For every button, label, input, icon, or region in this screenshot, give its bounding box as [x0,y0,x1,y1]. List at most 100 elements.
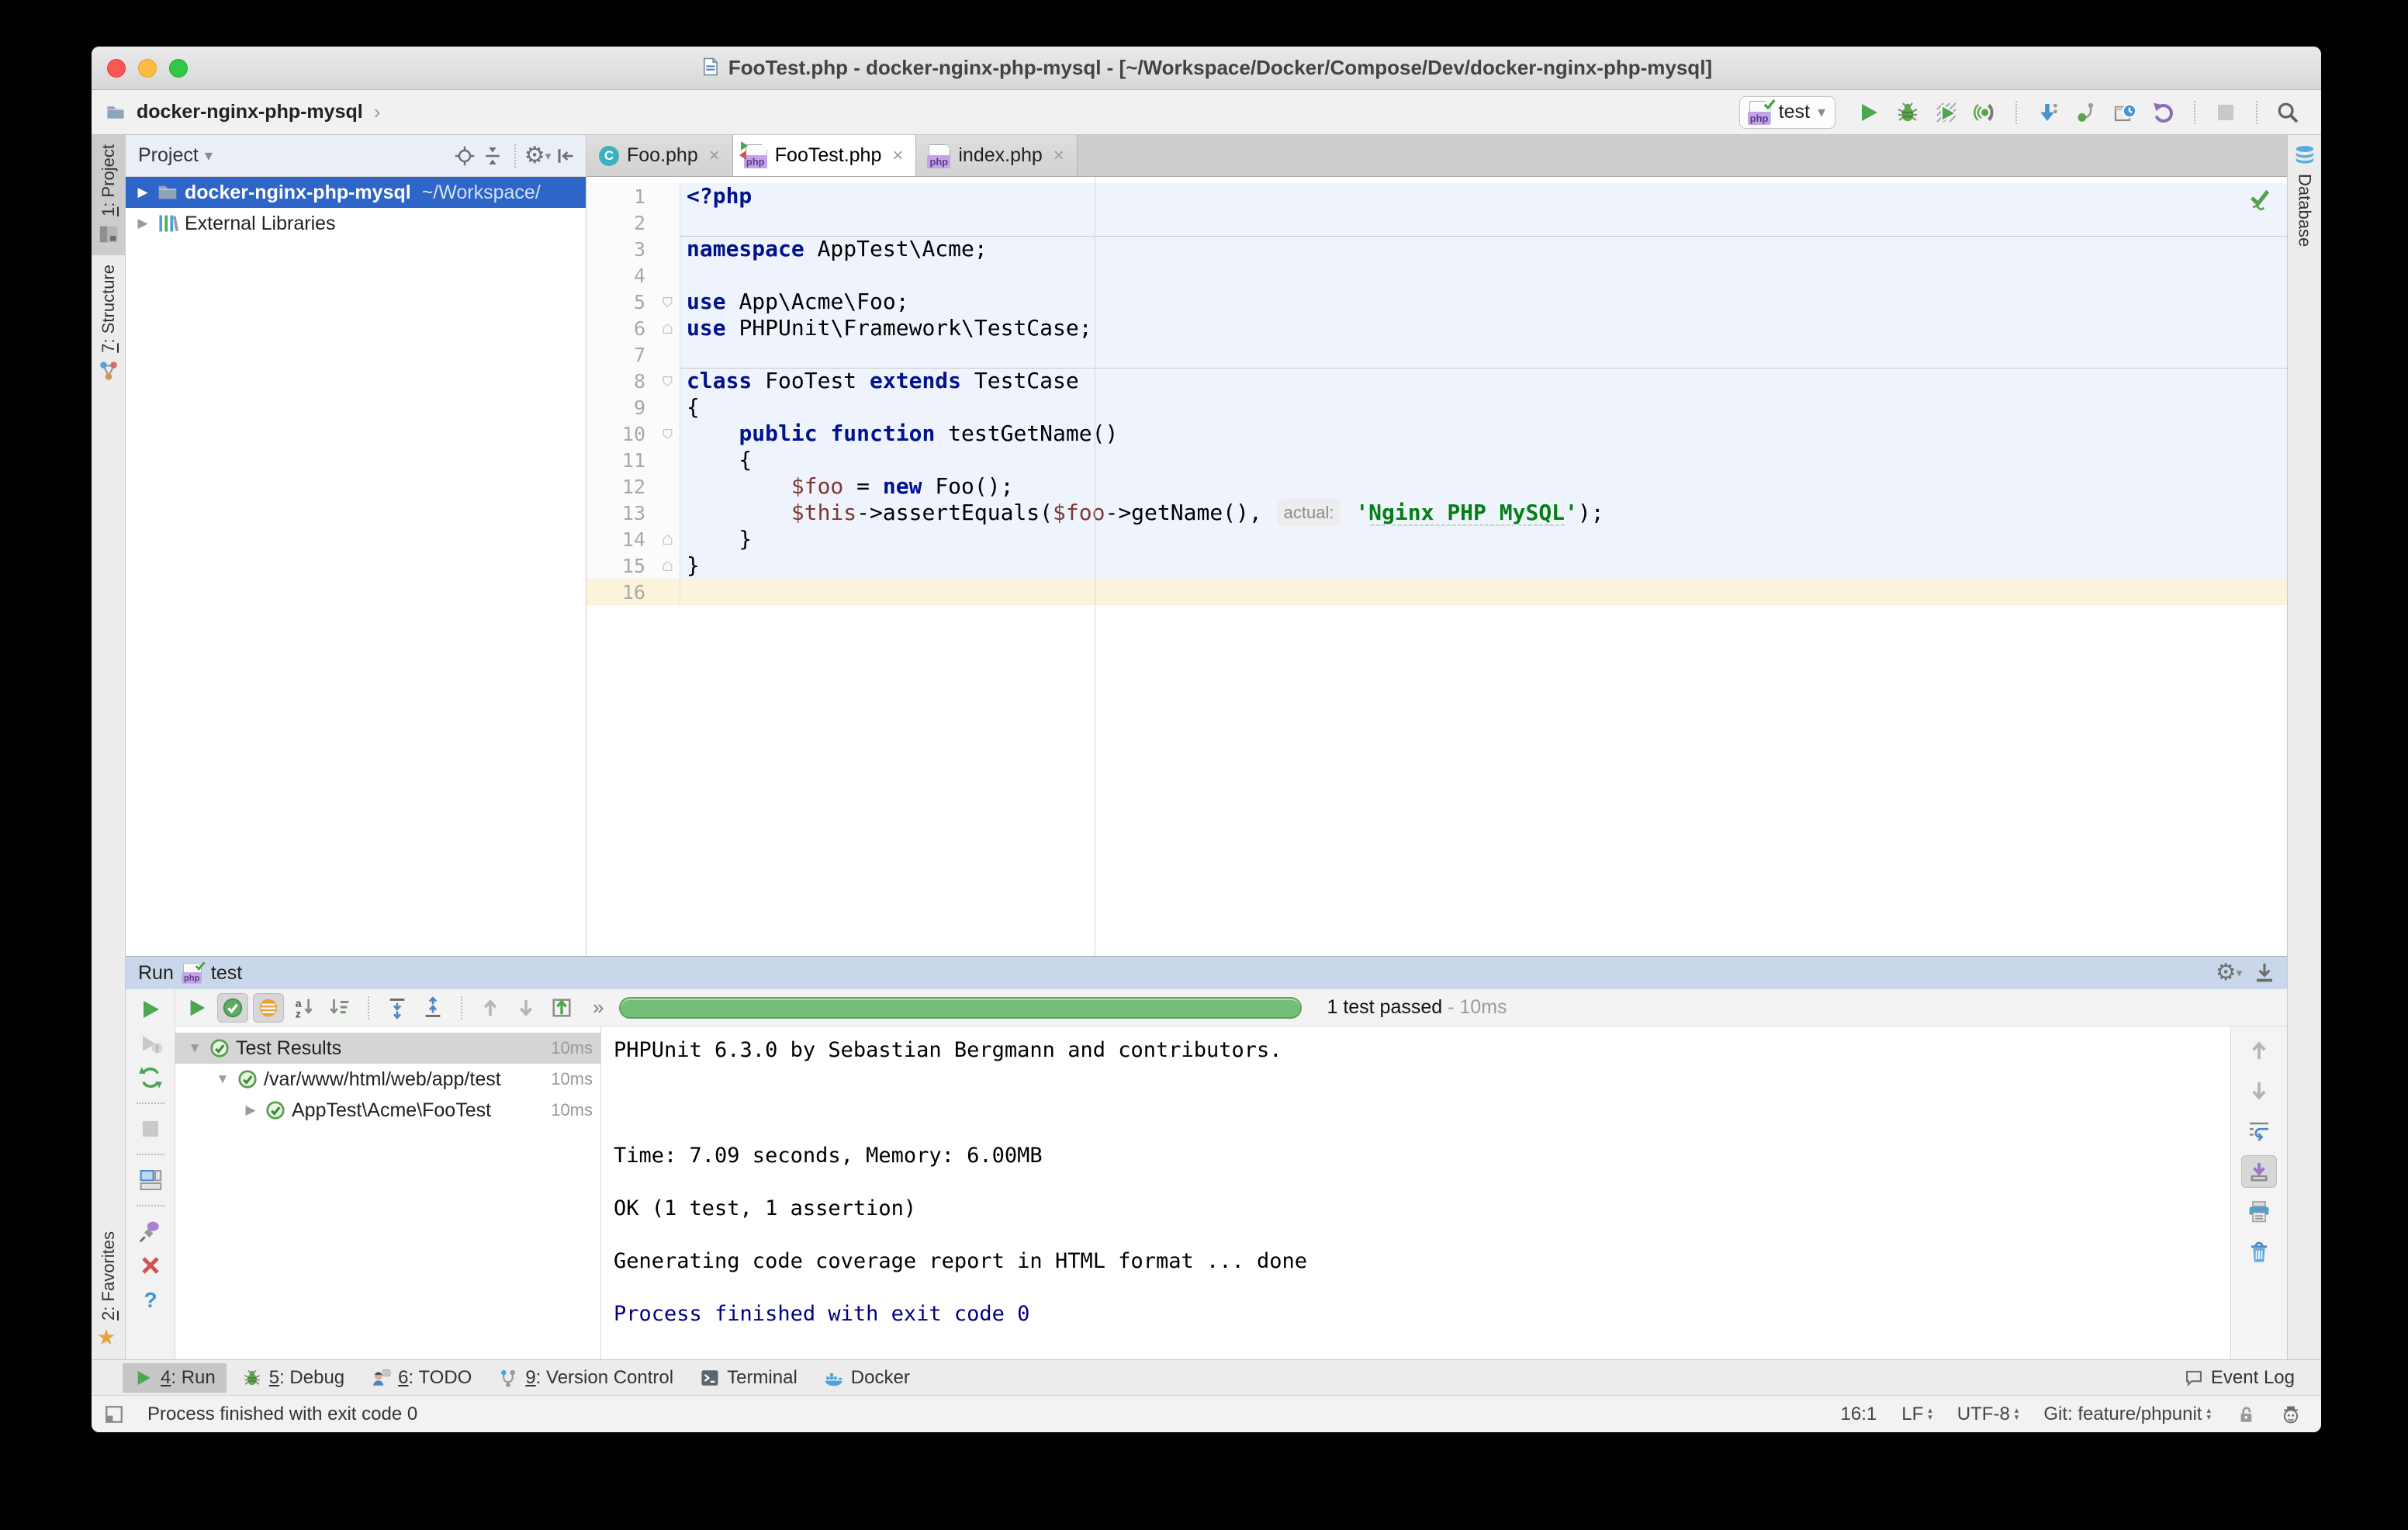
file-encoding[interactable]: UTF-8▴▾ [1957,1404,2019,1425]
tab-footest-php[interactable]: phpFooTest.php× [733,135,917,176]
code-token: <?php [687,183,752,209]
sort-alphabetically-toggle[interactable]: az [289,993,320,1023]
expand-arrow-icon[interactable]: ▶ [242,1102,259,1118]
code-token: Nginx PHP MySQL [1368,500,1565,526]
run-with-coverage-button[interactable] [1930,96,1963,129]
close-button[interactable] [133,1250,168,1281]
show-passed-toggle[interactable] [217,993,248,1023]
toolwindow-debug[interactable]: 5: Debug [231,1363,355,1393]
stripe-structure[interactable]: 7: Structure [92,255,126,392]
close-window-button[interactable] [107,59,126,78]
locate-file-button[interactable] [451,142,479,170]
project-tree-row[interactable]: ▶docker-nginx-php-mysql~/Workspace/ [126,177,586,208]
stripe-database[interactable]: Database [2288,135,2322,256]
event-log-button[interactable]: Event Log [2173,1363,2306,1393]
breadcrumb[interactable]: docker-nginx-php-mysql › [106,100,380,124]
hide-run-panel-button[interactable] [2250,958,2279,988]
console-line [614,1275,2230,1301]
restore-layout-button[interactable] [133,1165,168,1196]
soft-wrap-button[interactable] [2241,1115,2277,1148]
expand-all-button[interactable] [382,993,413,1023]
stripe-label: 7: Structure [99,265,119,353]
collapse-all-button[interactable] [479,142,507,170]
run-settings-button[interactable]: ⚙▾ [2214,958,2244,988]
toolwindow-switcher-icon[interactable] [104,1404,124,1424]
readonly-toggle[interactable] [2236,1404,2256,1424]
folder-icon [157,182,178,203]
search-everywhere-button[interactable] [2271,96,2304,129]
pin-tab-button[interactable] [133,1216,168,1247]
fold-up-icon[interactable] [655,559,680,573]
project-tree-row[interactable]: ▶External Libraries [126,208,586,239]
close-tab-icon[interactable]: × [892,145,903,167]
rollback-button[interactable] [2147,96,2180,129]
fold-up-icon[interactable] [655,322,680,335]
stripe-label: Database [2295,174,2315,247]
expand-arrow-icon[interactable]: ▼ [214,1071,231,1087]
code-editor[interactable]: 1<?php23namespace AppTest\Acme;45use App… [586,177,2287,956]
test-tree-row[interactable]: ▼Test Results10ms [175,1033,600,1064]
collapse-all-button[interactable] [417,993,448,1023]
sort-by-duration-toggle[interactable] [324,993,355,1023]
line-number: 7 [586,344,655,366]
test-duration: 10ms [551,1100,593,1120]
run-tab-label[interactable]: test [211,962,242,985]
rerun-tests-button[interactable] [182,993,213,1023]
breadcrumb-chevron: › [374,100,381,124]
close-tab-icon[interactable]: × [709,145,720,167]
help-button[interactable]: ? [133,1284,168,1315]
more-actions-chevron[interactable]: » [593,995,604,1019]
clear-all-button[interactable] [2241,1236,2277,1269]
inspection-ok-icon[interactable] [2247,185,2273,211]
update-project-button[interactable] [2031,96,2064,129]
tab-foo-php[interactable]: CFoo.php× [586,135,733,176]
run-button[interactable] [1853,96,1885,129]
print-button[interactable] [2241,1196,2277,1228]
close-tab-icon[interactable]: × [1054,145,1064,167]
run-panel-toolbar: az » 1 test passed - 10ms [175,989,2287,1026]
hide-panel-button[interactable] [552,142,580,170]
show-ignored-toggle[interactable] [253,993,284,1023]
rerun-button[interactable] [133,994,168,1025]
toggle-auto-test-button[interactable] [133,1062,168,1093]
code-line: 11 { [586,447,2287,473]
fold-up-icon[interactable] [655,533,680,546]
breadcrumb-label: docker-nginx-php-mysql [137,101,363,123]
import-test-results-button[interactable] [546,993,577,1023]
line-separator[interactable]: LF▴▾ [1901,1404,1932,1425]
test-tree-row[interactable]: ▼/var/www/html/web/app/test10ms [175,1064,600,1095]
console-output[interactable]: PHPUnit 6.3.0 by Sebastian Bergmann and … [600,1026,2231,1359]
stripe-project[interactable]: 1: Project [92,135,126,255]
fold-down-icon[interactable] [655,375,680,388]
test-passed-icon [265,1100,285,1120]
test-tree-row[interactable]: ▶AppTest\Acme\FooTest10ms [175,1095,600,1126]
chevron-down-icon[interactable]: ▾ [205,146,213,165]
toolwindow-run[interactable]: 4: Run [123,1363,227,1393]
editor-gutter: 15 [586,552,680,579]
git-branch[interactable]: Git: feature/phpunit▴▾ [2043,1404,2211,1425]
toolwindow-terminal[interactable]: Terminal [689,1363,808,1393]
fold-down-icon[interactable] [655,428,680,441]
settings-button[interactable]: ⚙▾ [524,142,552,170]
expand-arrow-icon[interactable]: ▶ [135,185,150,200]
highlighting-level[interactable] [2281,1404,2301,1424]
toolwindow-version-control[interactable]: 9: Version Control [487,1363,684,1393]
toolbar-separator [137,1205,164,1206]
toolwindow-docker[interactable]: Docker [813,1363,921,1393]
caret-position[interactable]: 16:1 [1841,1404,1877,1425]
expand-arrow-icon[interactable]: ▼ [186,1040,203,1056]
minimize-window-button[interactable] [138,59,157,78]
toolwindow-todo[interactable]: 6: TODO [360,1363,483,1393]
line-number: 10 [586,423,655,445]
run-configuration-select[interactable]: php test ▾ [1739,96,1835,129]
fold-down-icon[interactable] [655,296,680,309]
commit-changes-button[interactable] [2070,96,2102,129]
listen-php-debug-button[interactable] [1969,96,2001,129]
debug-button[interactable] [1891,96,1924,129]
tab-index-php[interactable]: phpindex.php× [916,135,1077,176]
stripe-favorites[interactable]: 2: Favorites★ [92,1222,126,1359]
expand-arrow-icon[interactable]: ▶ [135,216,150,231]
recent-changes-button[interactable] [2109,96,2141,129]
zoom-window-button[interactable] [169,59,188,78]
scroll-to-end-button[interactable] [2241,1155,2277,1188]
